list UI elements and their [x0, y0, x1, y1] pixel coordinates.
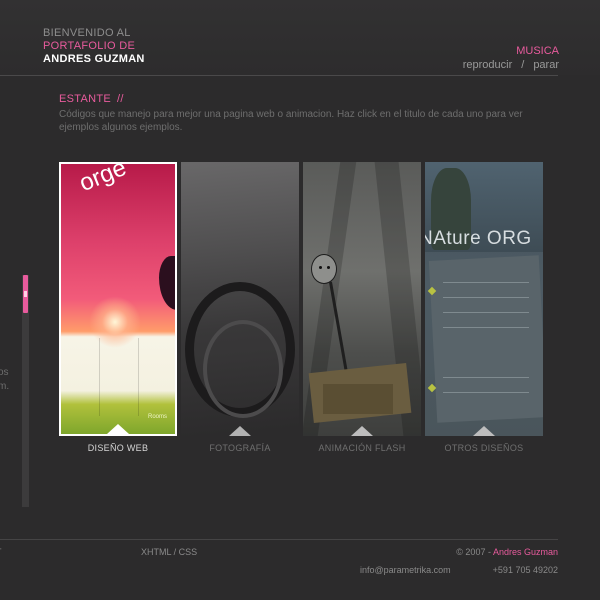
footer-left-fragment: T — [0, 547, 2, 557]
section-title-text: ESTANTE — [59, 93, 112, 105]
panel-arrow-icon — [473, 426, 495, 436]
character-head — [311, 254, 337, 284]
web-layout-preview — [61, 338, 175, 416]
panel-arrow-icon — [107, 424, 129, 434]
welcome-text: BIENVENIDO AL — [43, 27, 131, 39]
panel-label-diseno-web[interactable]: DISEÑO WEB — [59, 443, 177, 453]
music-controls: MUSICA reproducir / parar — [463, 45, 559, 71]
xhtml-css-link[interactable]: XHTML / CSS — [141, 547, 197, 557]
character-eye — [319, 266, 322, 269]
copyright-name: Andres Guzman — [492, 547, 558, 557]
copyright-prefix: © 2007 - — [456, 547, 491, 557]
cardboard-box-front — [323, 384, 393, 414]
offscreen-text-fragment: os m. — [0, 366, 9, 394]
panel-arrow-icon — [229, 426, 251, 436]
contact-phone: +591 705 49202 — [492, 565, 558, 575]
music-separator: / — [521, 59, 525, 71]
preview-row-line — [443, 297, 529, 298]
preview-card — [428, 255, 543, 423]
preview-row-line — [443, 282, 529, 283]
panel-label-fotografia[interactable]: FOTOGRAFÍA — [181, 443, 299, 453]
panel-animacion-flash[interactable] — [303, 162, 421, 436]
panel-otros-disenos[interactable]: NAture ORG — [425, 162, 543, 436]
character-eye — [327, 266, 330, 269]
side-text-line: m. — [0, 381, 10, 392]
footer-divider — [0, 539, 558, 540]
music-title: MUSICA — [516, 45, 559, 57]
site-branding: BIENVENIDO AL PORTAFOLIO DE ANDRES GUZMA… — [43, 27, 145, 66]
panel-label-otros-disenos[interactable]: OTROS DISEÑOS — [425, 443, 543, 453]
preview-word: NAture ORG — [425, 228, 532, 249]
section-description: Códigos que manejo para mejor una pagina… — [59, 109, 523, 133]
preview-tag: Rooms — [147, 414, 167, 420]
header-divider — [0, 75, 558, 76]
panel-label-animacion-flash[interactable]: ANIMACIÓN FLASH — [303, 443, 421, 453]
photo-ring-inner-shape — [203, 320, 283, 418]
section-title: ESTANTE // — [59, 93, 124, 105]
play-music-link[interactable]: reproducir — [463, 59, 513, 71]
footer-copyright: © 2007 - Andres Guzman — [456, 547, 558, 557]
preview-row-line — [443, 327, 529, 328]
preview-row-line — [443, 377, 529, 378]
preview-word: orge — [75, 162, 131, 198]
contact-email-link[interactable]: info@parametrika.com — [360, 565, 451, 575]
scrollbar-thumb[interactable] — [23, 275, 28, 313]
portfolio-text: PORTAFOLIO DE — [43, 40, 136, 52]
preview-row-line — [443, 312, 529, 313]
side-text-line: os — [0, 367, 9, 378]
owner-name: ANDRES GUZMAN — [43, 53, 145, 65]
section-title-slashes: // — [117, 93, 124, 105]
panel-diseno-web[interactable]: orge Rooms — [59, 162, 177, 436]
tree-silhouette — [159, 256, 175, 310]
stop-music-link[interactable]: parar — [533, 59, 559, 71]
preview-row-line — [443, 392, 529, 393]
panel-fotografia[interactable] — [181, 162, 299, 436]
panel-arrow-icon — [351, 426, 373, 436]
music-row: reproducir / parar — [463, 59, 559, 71]
